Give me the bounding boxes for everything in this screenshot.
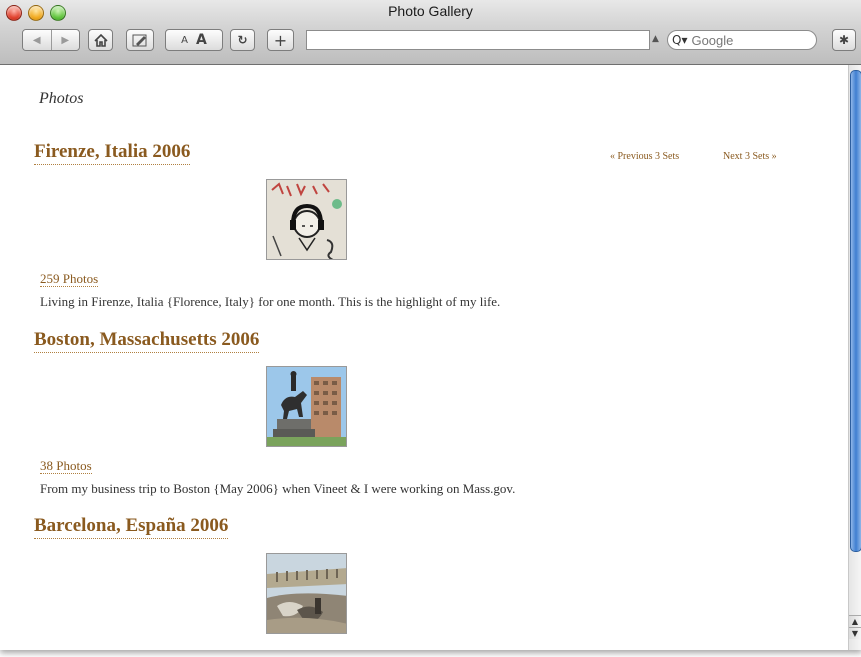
window-title: Photo Gallery [388,3,473,19]
set-title-barcelona[interactable]: Barcelona, España 2006 [34,515,229,539]
set-title-firenze[interactable]: Firenze, Italia 2006 [34,141,191,165]
scroll-up-icon[interactable]: ▲ [849,615,861,627]
set-description-boston: From my business trip to Boston {May 200… [40,481,516,496]
photo-count-firenze[interactable]: 259 Photos [40,271,99,287]
debug-button[interactable]: ✱ [832,29,856,51]
browser-window: Photo Gallery ◀ ▶ A A ↻ + ▲ Q▾ Google ✱ … [0,0,861,650]
park-photo [267,554,346,633]
reload-button[interactable]: ↻ [230,29,255,51]
vertical-scrollbar[interactable]: ▲ ▼ [848,65,861,650]
home-icon [93,33,108,47]
title-toolbar: Photo Gallery ◀ ▶ A A ↻ + ▲ Q▾ Google ✱ [0,0,861,65]
photo-count-boston[interactable]: 38 Photos [40,458,92,474]
edit-button[interactable] [126,29,154,51]
previous-sets-link[interactable]: « Previous 3 Sets [610,151,679,162]
text-smaller-button[interactable]: A [181,35,188,46]
set-title-boston[interactable]: Boston, Massachusetts 2006 [34,329,260,353]
set-thumbnail-barcelona[interactable] [266,553,347,634]
set-description-firenze: Living in Firenze, Italia {Florence, Ita… [40,294,501,309]
statue-photo [267,367,346,446]
forward-arrow-icon[interactable]: ▶ [50,30,79,50]
search-icon[interactable]: Q▾ [672,33,687,47]
set-thumbnail-firenze[interactable] [266,179,347,260]
set-thumbnail-boston[interactable] [266,366,347,447]
next-sets-link[interactable]: Next 3 Sets » [723,151,777,162]
text-bigger-button[interactable]: A [196,32,207,48]
graffiti-photo [267,180,346,259]
page-content: Photos Firenze, Italia 2006 « Previous 3… [0,65,851,650]
scroll-thumb[interactable] [850,70,861,552]
home-button[interactable] [88,29,113,51]
add-bookmark-button[interactable]: + [267,29,294,51]
reload-icon: ↻ [237,33,248,47]
address-bar[interactable] [306,30,650,50]
search-field[interactable]: Q▾ Google [667,30,817,50]
edit-pencil-icon [132,34,147,47]
page-heading: Photos [39,90,84,107]
address-dropdown-icon[interactable]: ▲ [652,34,659,44]
scroll-down-icon[interactable]: ▼ [849,627,861,639]
back-arrow-icon[interactable]: ◀ [23,30,51,50]
text-size-group: A A [165,29,223,51]
back-forward-group: ◀ ▶ [22,29,80,51]
search-placeholder: Google [691,32,734,48]
bug-icon: ✱ [838,33,850,47]
